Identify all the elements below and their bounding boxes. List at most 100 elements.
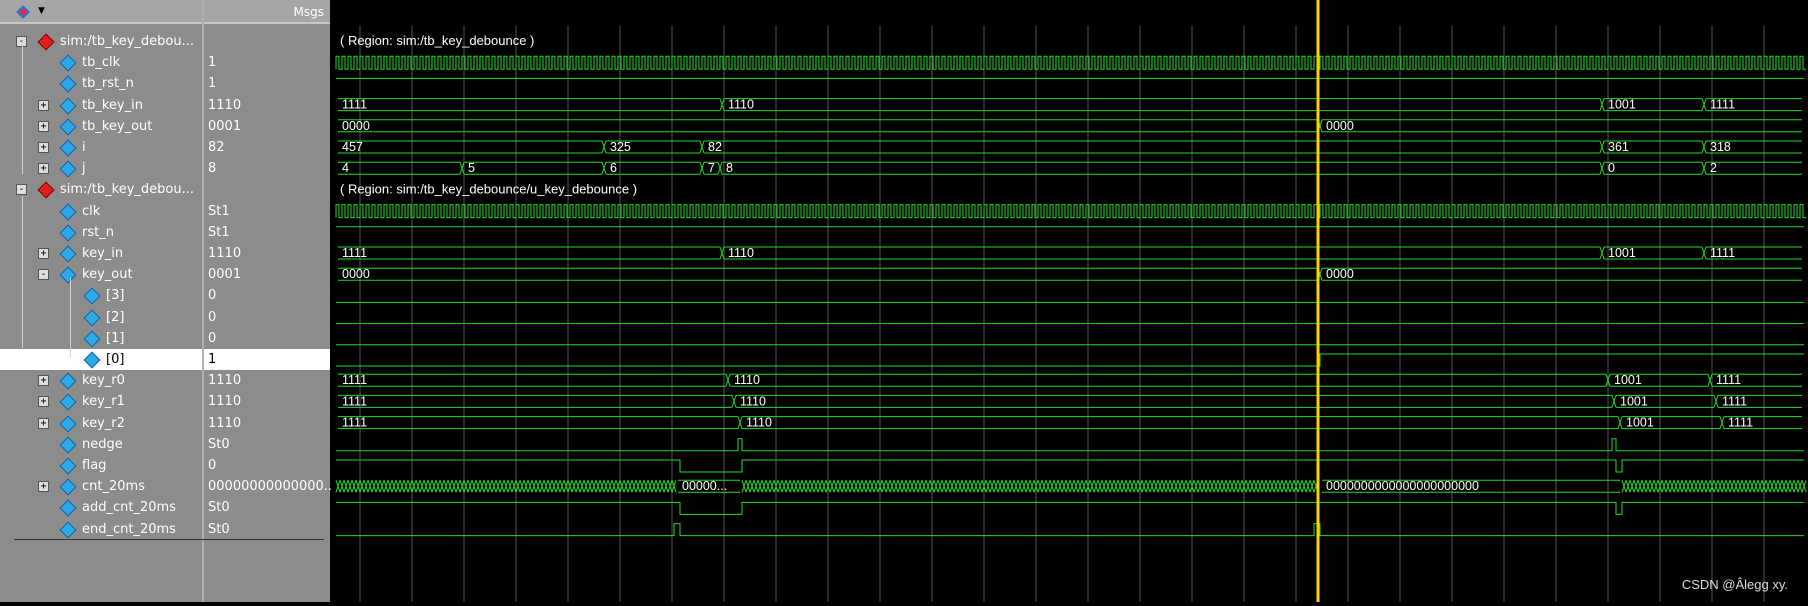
collapse-icon[interactable]: - bbox=[16, 184, 27, 196]
signal-row[interactable]: + cnt_20ms bbox=[0, 476, 202, 497]
signal-row[interactable]: tb_clk bbox=[0, 52, 202, 73]
signal-row[interactable]: clk bbox=[0, 201, 202, 222]
j-bus-transition bbox=[601, 162, 607, 175]
value-row[interactable]: 1110 bbox=[204, 243, 330, 264]
signal-row[interactable]: end_cnt_20ms bbox=[0, 519, 202, 540]
tb-key-in-bus-label: 1001 bbox=[1608, 98, 1636, 112]
j-bus-transition bbox=[459, 162, 465, 175]
value-row[interactable]: St1 bbox=[204, 222, 330, 243]
value-row[interactable]: 00000000000000... bbox=[204, 476, 336, 497]
j-bus-segment bbox=[722, 161, 1600, 175]
key-r1-bus-label: 1111 bbox=[1722, 394, 1747, 408]
signal-row[interactable]: + key_r1 bbox=[0, 391, 202, 412]
i-bus-label: 325 bbox=[610, 140, 631, 154]
waveform-pane[interactable]: ( Region: sim:/tb_key_debounce ) ( Region… bbox=[332, 0, 1808, 602]
cnt-20ms-bus bbox=[335, 479, 1807, 493]
signal-row[interactable]: + key_r0 bbox=[0, 370, 202, 391]
signal-row[interactable]: flag bbox=[0, 455, 202, 476]
signal-name: sim:/tb_key_debou... bbox=[60, 182, 195, 198]
signal-name: j bbox=[82, 161, 86, 177]
i-bus-label: 318 bbox=[1710, 140, 1731, 154]
key-r0-bus-label: 1111 bbox=[342, 373, 367, 387]
value-row[interactable]: 0001 bbox=[204, 264, 330, 285]
signal-row[interactable]: + i bbox=[0, 137, 202, 158]
signal-value: 1110 bbox=[208, 415, 242, 431]
key-in-bus-transition bbox=[1599, 246, 1605, 260]
key-r1-bus-transition bbox=[731, 395, 737, 408]
value-row[interactable]: 0001 bbox=[204, 116, 330, 137]
signal-name: nedge bbox=[82, 436, 123, 452]
expand-icon[interactable]: + bbox=[38, 375, 49, 387]
value-row[interactable]: 1 bbox=[204, 73, 330, 94]
signal-name: i bbox=[82, 140, 86, 155]
expand-icon[interactable]: + bbox=[38, 99, 49, 111]
value-row[interactable]: St0 bbox=[204, 434, 330, 455]
signal-value: St0 bbox=[208, 521, 230, 537]
expand-icon[interactable]: + bbox=[38, 417, 49, 429]
expand-icon[interactable]: + bbox=[38, 120, 49, 132]
collapse-icon[interactable]: - bbox=[38, 269, 49, 281]
key-r2-bus-label: 1111 bbox=[1728, 416, 1753, 430]
signal-row[interactable]: tb_rst_n bbox=[0, 73, 202, 94]
end-cnt-wave bbox=[336, 523, 1804, 537]
key-r2-bus-label: 1111 bbox=[342, 416, 367, 430]
tb-key-in-bus-transition bbox=[1701, 98, 1707, 111]
signal-row[interactable]: + j bbox=[0, 158, 202, 179]
value-row[interactable]: 1 bbox=[204, 52, 330, 73]
signal-row[interactable]: - key_out bbox=[0, 264, 202, 285]
value-row[interactable]: 0 bbox=[204, 307, 330, 328]
signal-row[interactable]: + tb_key_in bbox=[0, 95, 202, 116]
value-row[interactable]: 0 bbox=[204, 328, 330, 349]
signal-row[interactable]: + tb_key_out bbox=[0, 116, 202, 137]
key-r0-bus-segment bbox=[730, 373, 1606, 387]
signal-name: key_r1 bbox=[82, 394, 125, 410]
value-row[interactable]: 82 bbox=[204, 137, 330, 158]
i-bus-transition bbox=[1701, 140, 1707, 154]
value-row[interactable]: St0 bbox=[204, 519, 330, 540]
signal-value: 0 bbox=[208, 458, 217, 473]
j-bus-label: 6 bbox=[610, 161, 617, 175]
signal-row[interactable]: add_cnt_20ms bbox=[0, 497, 202, 518]
signal-row[interactable]: nedge bbox=[0, 434, 202, 455]
tb-key-in-bus-segment bbox=[724, 98, 1600, 112]
dropdown-arrow-icon[interactable]: ▼ bbox=[38, 6, 45, 16]
value-row[interactable]: 1110 bbox=[204, 95, 330, 116]
signal-row[interactable]: [3] bbox=[0, 285, 202, 306]
expand-icon[interactable]: + bbox=[38, 142, 49, 153]
value-row[interactable]: 1110 bbox=[204, 370, 330, 391]
key-r2-bus-label: 1001 bbox=[1626, 416, 1654, 430]
nedge-wave bbox=[336, 438, 1804, 452]
expand-icon[interactable]: + bbox=[38, 163, 49, 175]
value-row[interactable]: 1110 bbox=[204, 391, 330, 412]
key-r0-bus-segment bbox=[338, 373, 726, 387]
wave-add-icon[interactable] bbox=[16, 5, 30, 19]
clock-wave bbox=[335, 204, 1806, 219]
signal-row[interactable]: - sim:/tb_key_debou... bbox=[0, 179, 202, 200]
value-row[interactable]: 0 bbox=[204, 285, 330, 306]
signal-value: 1110 bbox=[208, 394, 242, 410]
value-row[interactable]: 8 bbox=[204, 158, 330, 179]
expand-icon[interactable]: + bbox=[38, 248, 49, 259]
value-row[interactable]: 0 bbox=[204, 455, 330, 476]
expand-icon[interactable]: + bbox=[38, 481, 49, 493]
waveform-canvas[interactable]: ( Region: sim:/tb_key_debounce ) ( Region… bbox=[332, 0, 1808, 602]
signal-value: 1110 bbox=[208, 246, 242, 261]
value-row[interactable]: St1 bbox=[204, 201, 330, 222]
value-row[interactable]: 1110 bbox=[204, 413, 330, 434]
value-row[interactable] bbox=[204, 31, 330, 52]
signal-row[interactable]: + key_r2 bbox=[0, 413, 202, 434]
signal-row[interactable]: + key_in bbox=[0, 243, 202, 264]
key-r1-bus-label: 1110 bbox=[740, 394, 766, 408]
signal-row[interactable]: [2] bbox=[0, 307, 202, 328]
expand-icon[interactable]: + bbox=[38, 396, 49, 408]
key-r0-bus-label: 1111 bbox=[1716, 373, 1741, 387]
key-r2-bus-label: 1110 bbox=[746, 416, 772, 430]
value-row[interactable] bbox=[204, 179, 330, 200]
signal-row[interactable]: -sim:/tb_key_debou... bbox=[0, 31, 202, 52]
signal-row[interactable]: rst_n bbox=[0, 222, 202, 243]
value-row[interactable]: St0 bbox=[204, 497, 330, 518]
signal-row[interactable]: [1] bbox=[0, 328, 202, 349]
value-row[interactable]: 1 bbox=[204, 349, 330, 370]
tb-key-in-bus-label: 1111 bbox=[342, 98, 367, 112]
signal-row[interactable]: [0] bbox=[0, 349, 202, 370]
